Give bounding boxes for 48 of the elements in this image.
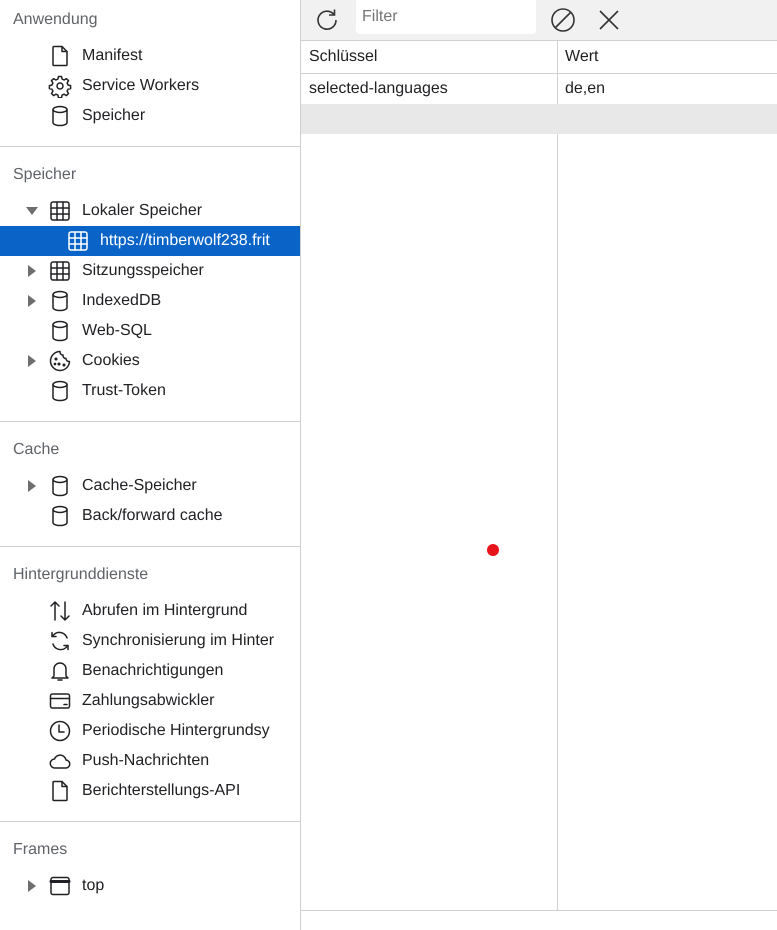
tree-item[interactable]: Back/forward cache <box>0 501 300 531</box>
expand-arrow-icon[interactable] <box>27 295 37 307</box>
tree-item[interactable]: Synchronisierung im Hinter <box>0 626 300 656</box>
column-header[interactable]: Schlüssel <box>301 41 557 73</box>
up-down-arrows-icon <box>48 599 72 623</box>
tree-item[interactable]: Benachrichtigungen <box>0 656 300 686</box>
table-icon <box>48 259 72 283</box>
tree-item[interactable]: Web-SQL <box>0 316 300 346</box>
tree-item[interactable]: https://timberwolf238.frit <box>0 226 300 256</box>
tree-item[interactable]: Abrufen im Hintergrund <box>0 596 300 626</box>
block-icon[interactable] <box>550 7 576 33</box>
table-cell-text: selected-languages <box>308 79 449 99</box>
tree-item[interactable]: IndexedDB <box>0 286 300 316</box>
tree-item[interactable]: Periodische Hintergrundsy <box>0 716 300 746</box>
expand-arrow-icon[interactable] <box>27 355 37 367</box>
click-marker <box>487 544 499 556</box>
window-icon <box>48 874 72 898</box>
expand-arrow-icon[interactable] <box>27 265 37 277</box>
clock-icon <box>48 719 72 743</box>
cookie-icon <box>48 349 72 373</box>
tree-item[interactable]: Trust-Token <box>0 376 300 406</box>
table-icon <box>66 229 90 253</box>
tree-item[interactable]: top <box>0 871 300 901</box>
tree-item[interactable]: Cache-Speicher <box>0 471 300 501</box>
tree-item[interactable]: Berichterstellungs-API <box>0 776 300 806</box>
table-cell-text: de,en <box>564 79 606 99</box>
section-title: Speicher <box>12 165 78 185</box>
refresh-icon[interactable] <box>314 7 340 33</box>
tree-item[interactable]: Lokaler Speicher <box>0 196 300 226</box>
table-icon <box>48 199 72 223</box>
gear-icon <box>48 74 72 98</box>
tree-item[interactable]: Sitzungsspeicher <box>0 256 300 286</box>
section-title: Hintergrunddienste <box>12 565 150 585</box>
section-title: Frames <box>12 840 68 860</box>
tree-item[interactable]: Manifest <box>0 41 300 71</box>
expand-arrow-icon[interactable] <box>27 480 37 492</box>
close-icon[interactable] <box>598 9 620 31</box>
filter-field[interactable]: Filter <box>356 0 536 34</box>
tree-item[interactable]: Speicher <box>0 101 300 131</box>
tree-item[interactable]: Zahlungsabwickler <box>0 686 300 716</box>
column-header[interactable]: Wert <box>557 41 777 73</box>
tree-item[interactable]: Cookies <box>0 346 300 376</box>
section-title: Anwendung <box>12 10 99 30</box>
tree-item[interactable]: Service Workers <box>0 71 300 101</box>
tree-item[interactable]: Push-Nachrichten <box>0 746 300 776</box>
collapse-arrow-icon[interactable] <box>26 206 38 216</box>
expand-arrow-icon[interactable] <box>27 880 37 892</box>
section-title: Cache <box>12 440 60 460</box>
